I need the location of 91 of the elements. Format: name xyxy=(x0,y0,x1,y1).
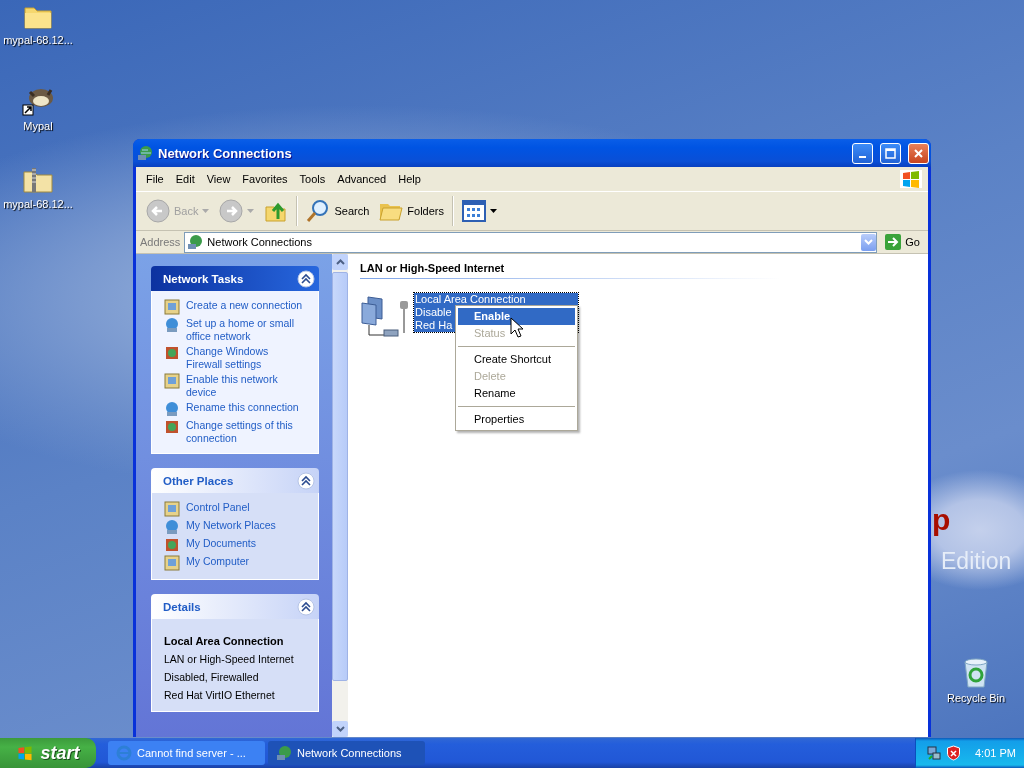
desktop-icon-label[interactable]: Recycle Bin xyxy=(946,692,1006,704)
task-icon xyxy=(164,537,180,553)
menu-item[interactable]: Properties xyxy=(458,411,575,428)
close-icon xyxy=(913,147,924,159)
search-button[interactable]: Search xyxy=(302,197,374,225)
task-link[interactable]: My Documents xyxy=(186,537,257,550)
flag-icon xyxy=(900,170,922,188)
network-globe-icon xyxy=(137,145,153,161)
menu-item[interactable]: Rename xyxy=(458,385,575,402)
task-link[interactable]: Create a new connection xyxy=(186,299,303,312)
close-button[interactable] xyxy=(908,142,929,164)
desktop-icon-label[interactable]: Mypal xyxy=(23,120,53,132)
taskbar-button[interactable]: Cannot find server - ... xyxy=(108,741,265,765)
go-arrow-icon xyxy=(885,234,902,250)
network-globe-icon xyxy=(276,745,292,761)
folders-button[interactable]: Folders xyxy=(375,197,448,225)
task-link[interactable]: Change Windows Firewall settings xyxy=(186,345,304,371)
maximize-icon xyxy=(885,147,896,159)
menu-item[interactable]: Advanced xyxy=(331,173,393,185)
zip-folder-icon[interactable] xyxy=(22,166,54,194)
task-icon xyxy=(164,401,180,417)
recycle-bin-icon[interactable] xyxy=(962,658,990,688)
menu-item[interactable]: Edit xyxy=(169,173,201,185)
menu-item[interactable]: View xyxy=(200,173,237,185)
panel-header[interactable]: Other Places xyxy=(151,468,319,493)
task-link[interactable]: My Computer xyxy=(186,555,249,568)
minimize-button[interactable] xyxy=(852,142,873,164)
taskbar-button[interactable]: Network Connections xyxy=(268,741,425,765)
task-link[interactable]: My Network Places xyxy=(186,519,276,532)
task-link[interactable]: Set up a home or small office network xyxy=(186,317,304,343)
wallpaper-text: Edition xyxy=(941,548,1012,575)
menu-item[interactable]: Favorites xyxy=(236,173,294,185)
menu-item[interactable]: Enable xyxy=(458,308,575,325)
details-title: Local Area Connection xyxy=(164,634,285,649)
network-tray-icon[interactable] xyxy=(926,745,942,761)
search-icon xyxy=(306,199,331,223)
details-text: LAN or High-Speed Internet xyxy=(164,652,295,667)
details-text: Disabled, Firewalled xyxy=(164,670,260,685)
menu-item[interactable]: Help xyxy=(392,173,427,185)
task-icon xyxy=(164,519,180,535)
up-caret-icon xyxy=(335,259,345,265)
address-label: Address xyxy=(140,236,181,248)
collapse-icon[interactable] xyxy=(297,269,315,288)
dropdown-button[interactable] xyxy=(861,233,877,251)
menu-item[interactable]: Tools xyxy=(293,173,332,185)
task-icon xyxy=(164,555,180,571)
caret-icon xyxy=(202,209,210,213)
folder-icon[interactable] xyxy=(23,4,53,30)
minimize-icon xyxy=(859,156,866,158)
browser-icon xyxy=(116,745,132,761)
cursor-icon xyxy=(510,317,524,338)
task-link[interactable]: Control Panel xyxy=(186,501,250,514)
clock: 4:01 PM xyxy=(975,747,1016,759)
go-button[interactable]: Go xyxy=(881,234,924,250)
details-text: Red Hat VirtIO Ethernet xyxy=(164,688,276,703)
desktop-icon-label[interactable]: mypal-68.12... xyxy=(3,198,73,210)
wallpaper-logo: p xyxy=(932,505,951,535)
menu-item[interactable]: Create Shortcut xyxy=(458,351,575,368)
task-link[interactable]: Change settings of this connection xyxy=(186,419,304,445)
task-icon xyxy=(164,419,180,435)
task-icon xyxy=(164,317,180,333)
panel-header[interactable]: Network Tasks xyxy=(151,266,319,291)
scroll-thumb[interactable] xyxy=(332,272,348,681)
task-link[interactable]: Rename this connection xyxy=(186,401,299,414)
task-icon xyxy=(164,345,180,361)
collapse-icon[interactable] xyxy=(297,597,315,616)
caret-icon xyxy=(247,209,255,213)
scroll-up-button[interactable] xyxy=(332,254,348,270)
address-field[interactable]: Network Connections xyxy=(184,231,878,253)
views-icon xyxy=(462,200,486,222)
shield-icon[interactable] xyxy=(946,745,961,761)
down-caret-icon xyxy=(335,726,345,732)
maximize-button[interactable] xyxy=(880,142,901,164)
flag-icon xyxy=(16,745,35,761)
group-heading: LAN or High-Speed Internet xyxy=(360,260,780,279)
caret-icon xyxy=(864,239,874,245)
collapse-icon[interactable] xyxy=(297,471,315,490)
scrollbar[interactable] xyxy=(332,254,348,737)
task-icon xyxy=(164,373,180,389)
scroll-down-button[interactable] xyxy=(332,721,348,737)
animal-shortcut-icon[interactable] xyxy=(21,86,55,116)
start-button[interactable]: start xyxy=(0,738,96,768)
desktop-icon-label[interactable]: mypal-68.12... xyxy=(3,34,73,46)
window-title: Network Connections xyxy=(158,145,292,161)
panel-header[interactable]: Details xyxy=(151,594,319,619)
caret-icon xyxy=(490,209,497,213)
task-link[interactable]: Enable this network device xyxy=(186,373,304,399)
task-icon xyxy=(164,299,180,315)
task-icon xyxy=(164,501,180,517)
menu-item[interactable]: File xyxy=(140,173,170,185)
network-globe-icon xyxy=(187,234,204,250)
